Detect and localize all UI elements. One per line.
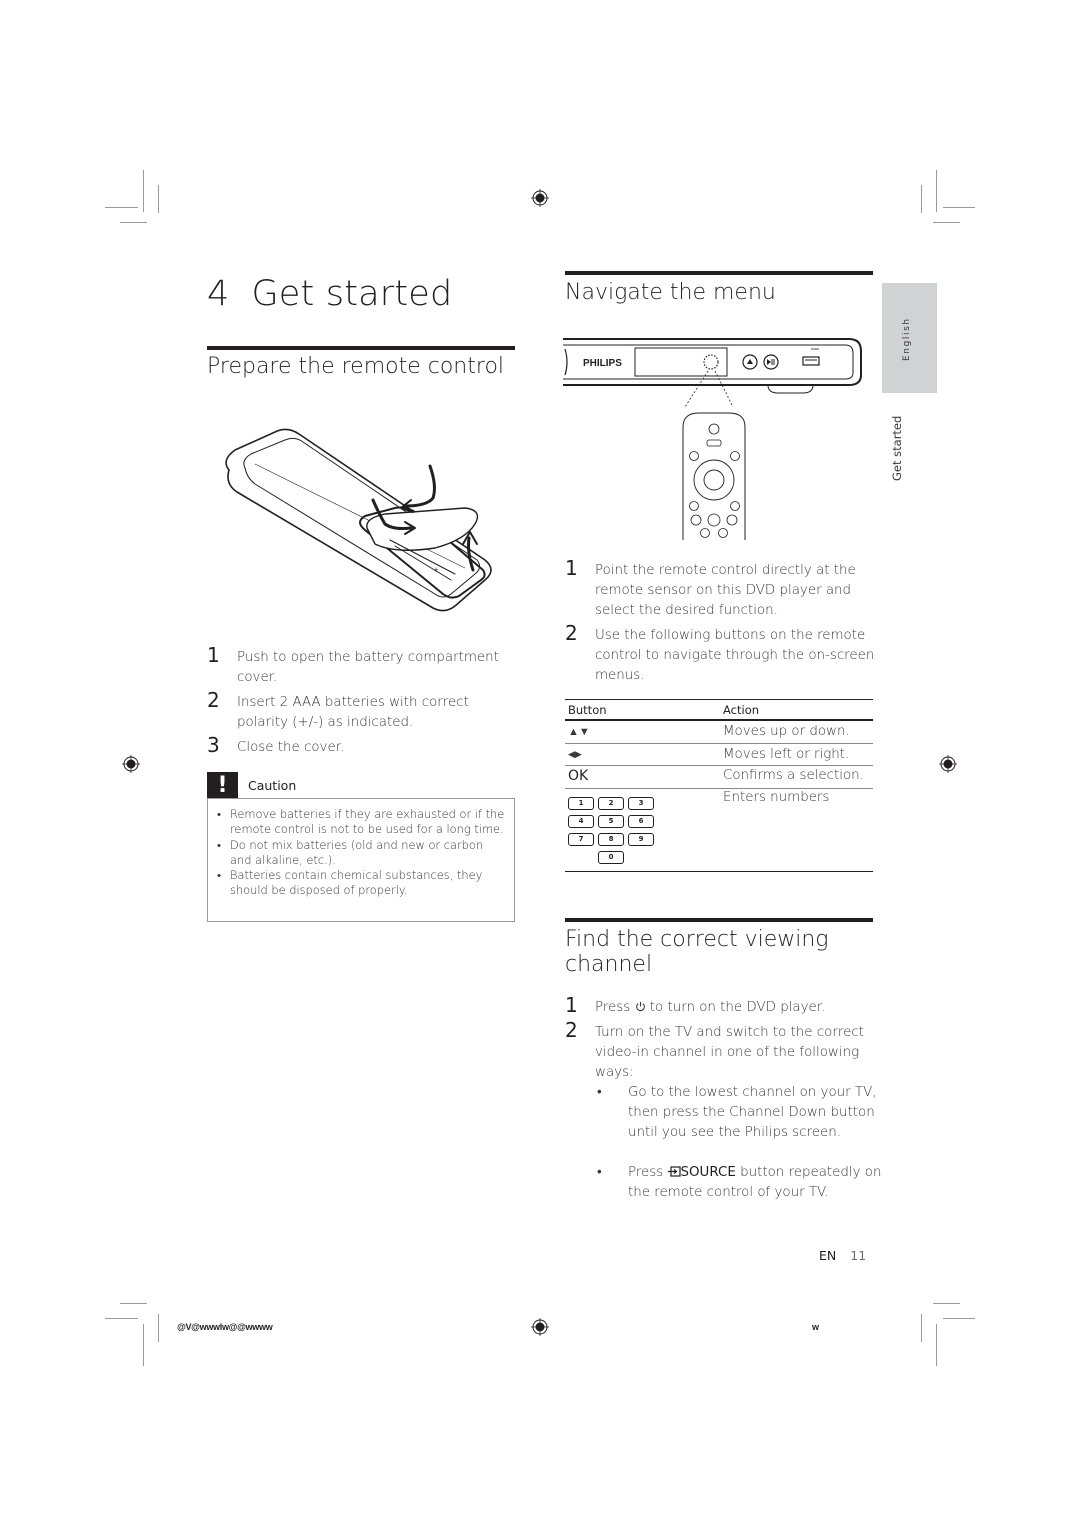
- caution-item: Batteries contain chemical substances, t…: [216, 868, 506, 899]
- crop-mark: [936, 170, 937, 212]
- table-rule: [565, 765, 873, 766]
- warning-icon: !: [207, 772, 238, 798]
- page-footer: EN 11: [819, 1248, 866, 1263]
- language-tab-label: English: [902, 317, 912, 361]
- print-slug-right: w: [812, 1322, 819, 1332]
- key-6: 6: [628, 815, 654, 828]
- crop-mark: [933, 1303, 960, 1304]
- step-item: 3 Close the cover.: [207, 733, 345, 757]
- registration-target-icon: [531, 1318, 549, 1336]
- registration-target-icon: [531, 189, 549, 207]
- section-title-prepare: Prepare the remote control: [207, 354, 505, 379]
- caution-label: Caution: [248, 777, 297, 793]
- step-item: 1 Push to open the battery compartment co…: [207, 643, 499, 685]
- table-header-action: Action: [723, 703, 760, 717]
- section-title-channel: Find the correct viewing channel: [565, 927, 829, 977]
- crop-mark: [943, 1318, 975, 1319]
- caution-box: Remove batteries if they are exhausted o…: [207, 798, 515, 922]
- ok-button-label: OK: [568, 768, 589, 784]
- key-7: 7: [568, 833, 594, 846]
- side-section-label: Get started: [890, 415, 904, 481]
- source-icon: [667, 1166, 681, 1177]
- table-header: Button Action: [565, 701, 873, 719]
- svg-text:+: +: [433, 566, 439, 574]
- channel-steps: 1 Press to turn on the DVD player. 2 Turn …: [565, 993, 875, 1083]
- prepare-steps: 1 Push to open the battery compartment co…: [207, 643, 512, 758]
- chapter-number: 4: [207, 274, 230, 314]
- crop-mark: [158, 185, 159, 213]
- device-brand-label: PHILIPS: [583, 358, 622, 369]
- key-4: 4: [568, 815, 594, 828]
- caution-header: ! Caution: [207, 772, 296, 798]
- source-label: SOURCE: [680, 1165, 736, 1180]
- table-header-button: Button: [568, 703, 607, 717]
- crop-mark: [105, 1318, 138, 1319]
- registration-target-icon: [939, 755, 957, 773]
- crop-mark: [120, 1303, 147, 1304]
- crop-mark: [921, 185, 922, 213]
- step-item: 2 Use the following buttons on the remote…: [565, 621, 875, 683]
- crop-mark: [921, 1314, 922, 1342]
- caution-item: Remove batteries if they are exhausted o…: [216, 807, 506, 838]
- crop-mark: [936, 1324, 937, 1366]
- crop-mark: [143, 170, 144, 212]
- updown-arrows-icon: ▲▼: [568, 725, 590, 738]
- key-3: 3: [628, 797, 654, 810]
- step-item: 2 Turn on the TV and switch to the correc…: [565, 1018, 864, 1080]
- footer-language: EN: [819, 1248, 837, 1263]
- leftright-arrows-icon: ◀▶: [568, 750, 582, 760]
- section-rule: [565, 271, 873, 275]
- crop-mark: [105, 207, 138, 208]
- table-bottom-rule: [565, 871, 873, 872]
- step-item: 1 Press to turn on the DVD player.: [565, 993, 826, 1017]
- dvd-player-illustration: PHILIPS: [563, 338, 862, 540]
- key-0: 0: [598, 851, 624, 864]
- crop-mark: [143, 1324, 144, 1366]
- power-icon: [635, 1001, 645, 1012]
- key-2: 2: [598, 797, 624, 810]
- table-header-rule: [565, 719, 873, 721]
- step-item: 1 Point the remote control directly at th…: [565, 556, 856, 618]
- step-item: 2 Insert 2 AAA batteries with correct pol…: [207, 688, 469, 730]
- key-8: 8: [598, 833, 624, 846]
- section-title-navigate: Navigate the menu: [565, 280, 776, 305]
- crop-mark: [120, 222, 147, 223]
- registration-target-icon: [122, 755, 140, 773]
- navigate-steps: 1 Point the remote control directly at th…: [565, 556, 875, 686]
- crop-mark: [943, 207, 975, 208]
- crop-mark: [158, 1314, 159, 1342]
- chapter-title-text: Get started: [251, 274, 453, 314]
- key-5: 5: [598, 815, 624, 828]
- page-number: 11: [850, 1248, 867, 1263]
- section-rule: [565, 918, 873, 922]
- table-top-rule: [565, 699, 873, 700]
- caution-item: Do not mix batteries (old and new or car…: [216, 838, 506, 869]
- chapter-title: 4 Get started: [207, 274, 452, 314]
- table-rule: [565, 743, 873, 744]
- key-1: 1: [568, 797, 594, 810]
- table-rule: [565, 788, 873, 789]
- remote-battery-illustration: +: [225, 428, 492, 612]
- print-slug-left: @V@wwwlw@@wwww: [177, 1322, 273, 1332]
- key-9: 9: [628, 833, 654, 846]
- section-rule: [207, 346, 515, 350]
- crop-mark: [933, 222, 960, 223]
